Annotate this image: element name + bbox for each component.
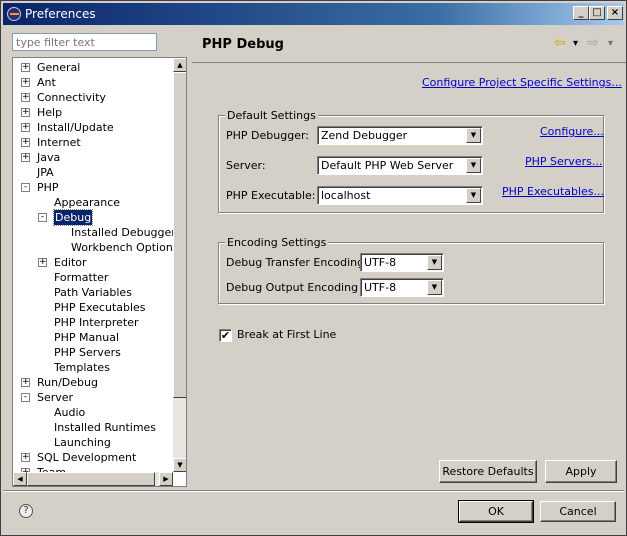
break-first-line-checkbox[interactable]: ✔ bbox=[219, 329, 232, 342]
tree-list: + General + Ant + Connectivity + Help + Install/U… bbox=[13, 58, 173, 472]
default-settings-legend: Default Settings bbox=[225, 109, 318, 122]
tree-item[interactable]: Launching bbox=[54, 435, 111, 450]
chevron-down-icon[interactable]: ▼ bbox=[466, 128, 481, 143]
chevron-down-icon[interactable]: ▼ bbox=[466, 188, 481, 203]
back-icon[interactable]: ⇦ bbox=[554, 35, 566, 51]
tree-item[interactable]: Debug bbox=[52, 209, 94, 226]
tree-item[interactable]: SQL Development bbox=[37, 450, 136, 465]
php-executable-label: PHP Executable: bbox=[226, 189, 316, 202]
tree-item[interactable]: Appearance bbox=[54, 195, 120, 210]
tree-expander-icon[interactable]: + bbox=[21, 63, 30, 72]
tree-item[interactable]: Install/Update bbox=[37, 120, 114, 135]
preferences-window: Preferences _ □ × + General + Ant + Connectiv… bbox=[0, 0, 627, 536]
title-bar[interactable]: Preferences _ □ × bbox=[3, 3, 624, 25]
preference-tree[interactable]: + General + Ant + Connectivity + Help + Install/U… bbox=[12, 57, 187, 487]
configure-link[interactable]: Configure... bbox=[540, 125, 604, 138]
tree-expander-icon[interactable]: + bbox=[21, 123, 30, 132]
window-title: Preferences bbox=[25, 7, 96, 21]
tree-item[interactable]: PHP Manual bbox=[54, 330, 119, 345]
server-value: Default PHP Web Server bbox=[321, 159, 454, 172]
scroll-thumb[interactable] bbox=[173, 72, 186, 398]
tree-item[interactable]: Formatter bbox=[54, 270, 108, 285]
server-select[interactable]: Default PHP Web Server ▼ bbox=[317, 156, 483, 175]
tree-item[interactable]: PHP Servers bbox=[54, 345, 121, 360]
tree-expander-icon[interactable]: + bbox=[38, 258, 47, 267]
tree-expander-icon[interactable]: + bbox=[21, 108, 30, 117]
cancel-button[interactable]: Cancel bbox=[540, 501, 616, 522]
tree-item[interactable]: Server bbox=[37, 390, 73, 405]
tree-item[interactable]: Ant bbox=[37, 75, 56, 90]
tree-expander-icon[interactable]: - bbox=[21, 393, 30, 402]
back-dropdown-icon[interactable]: ▾ bbox=[573, 38, 578, 49]
tree-item[interactable]: Installed Debuggers bbox=[71, 225, 173, 240]
tree-item[interactable]: PHP Executables bbox=[54, 300, 146, 315]
page-title: PHP Debug bbox=[202, 37, 284, 52]
project-specific-settings-link[interactable]: Configure Project Specific Settings... bbox=[422, 76, 622, 89]
scroll-right-icon[interactable]: ▶ bbox=[159, 472, 173, 486]
php-servers-link[interactable]: PHP Servers... bbox=[525, 155, 602, 168]
help-icon[interactable]: ? bbox=[19, 504, 33, 518]
php-debugger-value: Zend Debugger bbox=[321, 129, 408, 142]
minimize-icon[interactable]: _ bbox=[573, 6, 589, 20]
break-first-line-label: Break at First Line bbox=[237, 328, 337, 341]
hscroll-thumb[interactable] bbox=[27, 472, 155, 486]
transfer-encoding-label: Debug Transfer Encoding bbox=[226, 256, 365, 269]
php-executables-link[interactable]: PHP Executables... bbox=[502, 185, 604, 198]
ok-button[interactable]: OK bbox=[458, 500, 534, 523]
tree-item[interactable]: Java bbox=[37, 150, 60, 165]
output-encoding-label: Debug Output Encoding bbox=[226, 281, 359, 294]
tree-item[interactable]: PHP bbox=[37, 180, 59, 195]
php-executable-value: localhost bbox=[321, 189, 371, 202]
tree-expander-icon[interactable]: + bbox=[21, 138, 30, 147]
output-encoding-select[interactable]: UTF-8 ▼ bbox=[360, 278, 444, 297]
eclipse-logo-icon bbox=[7, 7, 21, 21]
tree-expander-icon[interactable]: + bbox=[21, 153, 30, 162]
tree-item[interactable]: Internet bbox=[37, 135, 81, 150]
tree-item[interactable]: PHP Interpreter bbox=[54, 315, 139, 330]
php-executable-select[interactable]: localhost ▼ bbox=[317, 186, 483, 205]
restore-defaults-button[interactable]: Restore Defaults bbox=[439, 460, 537, 483]
tree-expander-icon[interactable]: + bbox=[21, 453, 30, 462]
footer-separator bbox=[3, 490, 624, 492]
close-icon[interactable]: × bbox=[607, 6, 623, 20]
tree-item[interactable]: Editor bbox=[54, 255, 87, 270]
filter-input[interactable] bbox=[12, 33, 157, 51]
server-label: Server: bbox=[226, 159, 266, 172]
page-header: PHP Debug ⇦ ▾ ⇨ ▾ bbox=[192, 27, 626, 63]
tree-item[interactable]: General bbox=[37, 60, 80, 75]
chevron-down-icon[interactable]: ▼ bbox=[427, 280, 442, 295]
tree-item[interactable]: Connectivity bbox=[37, 90, 106, 105]
scroll-left-icon[interactable]: ◀ bbox=[13, 472, 27, 486]
tree-item[interactable]: Audio bbox=[54, 405, 85, 420]
tree-item[interactable]: Run/Debug bbox=[37, 375, 98, 390]
output-encoding-value: UTF-8 bbox=[364, 281, 397, 294]
scroll-down-icon[interactable]: ▼ bbox=[173, 458, 186, 472]
apply-button[interactable]: Apply bbox=[545, 460, 617, 483]
tree-item[interactable]: Team bbox=[37, 465, 66, 472]
php-debugger-label: PHP Debugger: bbox=[226, 129, 309, 142]
chevron-down-icon[interactable]: ▼ bbox=[427, 255, 442, 270]
tree-item[interactable]: Templates bbox=[54, 360, 110, 375]
tree-expander-icon[interactable]: + bbox=[21, 378, 30, 387]
tree-vertical-scrollbar[interactable]: ▲ ▼ bbox=[173, 58, 186, 472]
tree-expander-icon[interactable]: + bbox=[21, 78, 30, 87]
tree-item[interactable]: Installed Runtimes bbox=[54, 420, 156, 435]
tree-item[interactable]: Help bbox=[37, 105, 62, 120]
tree-expander-icon[interactable]: - bbox=[21, 183, 30, 192]
scroll-up-icon[interactable]: ▲ bbox=[173, 58, 186, 72]
encoding-settings-legend: Encoding Settings bbox=[225, 236, 329, 249]
tree-horizontal-scrollbar[interactable]: ◀ ▶ bbox=[13, 472, 173, 486]
transfer-encoding-value: UTF-8 bbox=[364, 256, 397, 269]
php-debugger-select[interactable]: Zend Debugger ▼ bbox=[317, 126, 483, 145]
maximize-icon[interactable]: □ bbox=[589, 6, 605, 20]
forward-dropdown-icon[interactable]: ▾ bbox=[608, 38, 613, 49]
tree-item[interactable]: Workbench Options bbox=[71, 240, 173, 255]
tree-item[interactable]: JPA bbox=[37, 165, 54, 180]
tree-expander-icon[interactable]: - bbox=[38, 213, 47, 222]
transfer-encoding-select[interactable]: UTF-8 ▼ bbox=[360, 253, 444, 272]
chevron-down-icon[interactable]: ▼ bbox=[466, 158, 481, 173]
tree-item[interactable]: Path Variables bbox=[54, 285, 132, 300]
tree-expander-icon[interactable]: + bbox=[21, 93, 30, 102]
forward-icon[interactable]: ⇨ bbox=[587, 35, 599, 51]
